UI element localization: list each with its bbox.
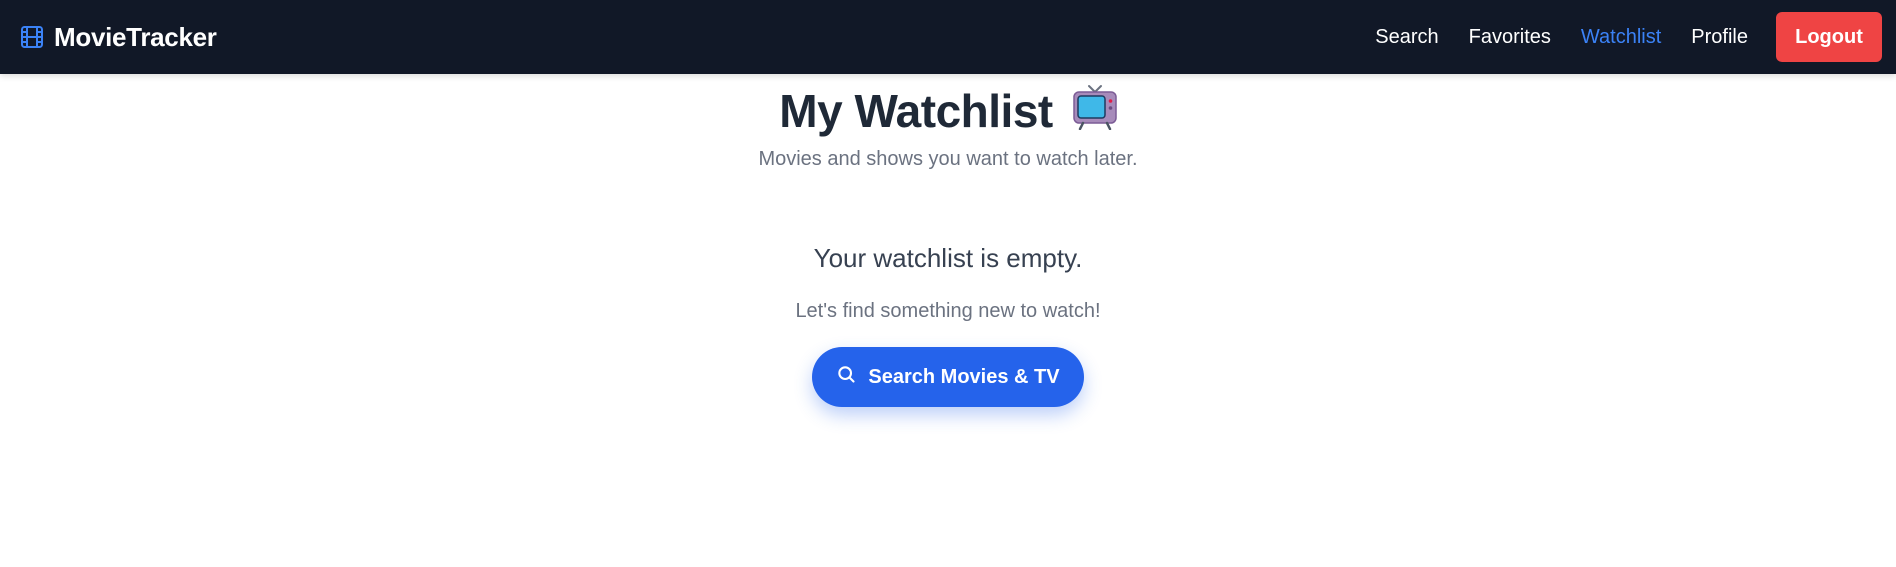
empty-state-title: Your watchlist is empty. (813, 243, 1083, 273)
search-icon (836, 364, 856, 390)
nav-link-profile[interactable]: Profile (1691, 26, 1748, 49)
page-title: My Watchlist (779, 85, 1053, 137)
logout-button[interactable]: Logout (1776, 12, 1882, 62)
television-icon (1072, 84, 1117, 135)
title-row: My Watchlist (0, 84, 1896, 137)
brand-logo[interactable]: MovieTracker (20, 22, 217, 53)
nav-link-search[interactable]: Search (1375, 26, 1438, 49)
empty-state-text: Let's find something new to watch! (795, 300, 1101, 322)
top-navbar: MovieTracker Search Favorites Watchlist … (0, 0, 1896, 74)
page-subtitle: Movies and shows you want to watch later… (758, 148, 1138, 170)
search-button-label: Search Movies & TV (868, 365, 1060, 388)
search-movies-button[interactable]: Search Movies & TV (812, 347, 1084, 407)
brand-name: MovieTracker (54, 21, 217, 52)
empty-state: Your watchlist is empty. Let's find some… (0, 243, 1896, 407)
nav-link-favorites[interactable]: Favorites (1469, 26, 1551, 49)
nav-link-watchlist[interactable]: Watchlist (1581, 26, 1661, 49)
film-icon (20, 25, 44, 49)
nav-links: Search Favorites Watchlist Profile Logou… (1375, 12, 1882, 62)
main-content: My Watchlist Movies and shows you want t… (0, 74, 1896, 407)
